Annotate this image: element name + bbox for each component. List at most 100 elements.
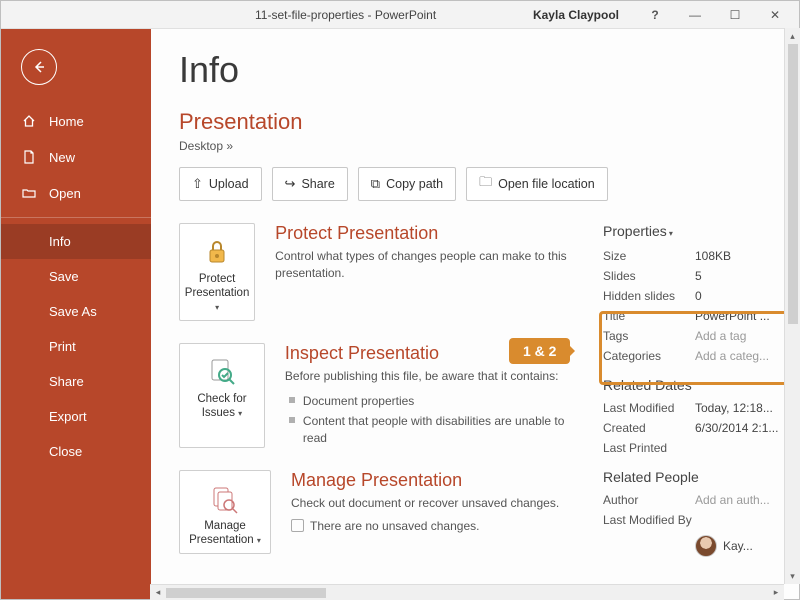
vertical-scrollbar[interactable]: ▴ ▾ (784, 28, 800, 584)
nav-label: Print (49, 339, 76, 354)
app-window: 11-set-file-properties - PowerPoint Kayl… (0, 0, 800, 600)
header-label: Properties (603, 223, 667, 239)
person-name: Kay... (723, 539, 753, 553)
info-page: Info Presentation Desktop » ⇧ Upload ↪Sha… (151, 29, 799, 599)
manage-icon (207, 481, 243, 517)
upload-icon: ⇧ (192, 176, 203, 192)
related-people-header: Related People (603, 469, 799, 485)
upload-button[interactable]: ⇧ Upload (179, 167, 262, 201)
btn-label: Copy path (386, 177, 443, 191)
list-item: Content that people with disabilities ar… (285, 411, 569, 447)
section-desc: Before publishing this file, be aware th… (285, 368, 569, 385)
nav-label: Export (49, 409, 87, 424)
arrow-left-icon (30, 58, 48, 76)
properties-panel: Properties▾ Size108KB Slides5 Hidden sli… (603, 223, 799, 571)
close-window-button[interactable]: ✕ (755, 2, 795, 28)
nav-label: Share (49, 374, 84, 389)
home-icon (21, 113, 37, 129)
main-area: Home New Open Info Save Save As Print Sh… (1, 29, 799, 599)
sidebar-item-share[interactable]: Share (1, 364, 151, 399)
sidebar-item-save-as[interactable]: Save As (1, 294, 151, 329)
nav-label: Open (49, 186, 81, 201)
scroll-track[interactable] (788, 44, 798, 568)
prop-title[interactable]: TitlePowerPoint ... (603, 309, 799, 323)
help-button[interactable]: ? (635, 2, 675, 28)
share-button[interactable]: ↪Share (272, 167, 348, 201)
back-button[interactable] (21, 49, 57, 85)
file-path[interactable]: Desktop » (179, 139, 799, 153)
sidebar-item-save[interactable]: Save (1, 259, 151, 294)
scroll-up-icon[interactable]: ▴ (790, 28, 795, 44)
page-title: Info (179, 49, 799, 91)
copy-path-button[interactable]: ⧉ Copy path (358, 167, 456, 201)
prop-size: Size108KB (603, 249, 799, 263)
file-name: Presentation (179, 109, 799, 135)
nav-label: New (49, 150, 75, 165)
protect-section: Protect Presentation ▾ Protect Presentat… (179, 223, 569, 321)
prop-hidden-slides: Hidden slides0 (603, 289, 799, 303)
titlebar: 11-set-file-properties - PowerPoint Kayl… (1, 1, 799, 29)
section-desc: Check out document or recover unsaved ch… (291, 495, 559, 512)
prop-slides: Slides5 (603, 269, 799, 283)
scroll-track[interactable] (166, 588, 768, 598)
inspect-icon (204, 354, 240, 390)
open-location-button[interactable]: 🗀Open file location (466, 167, 608, 201)
scroll-left-icon[interactable]: ◂ (150, 587, 166, 598)
link-icon: ⧉ (371, 176, 380, 192)
list-item: Document properties (285, 391, 569, 411)
prop-categories[interactable]: CategoriesAdd a categ... (603, 349, 799, 363)
protect-presentation-button[interactable]: Protect Presentation ▾ (179, 223, 255, 321)
nav-label: Home (49, 114, 84, 129)
signed-in-user[interactable]: Kayla Claypool (533, 8, 619, 22)
avatar (695, 535, 717, 557)
unsaved-note: There are no unsaved changes. (310, 519, 479, 533)
prop-author[interactable]: AuthorAdd an auth... (603, 493, 799, 507)
nav-label: Close (49, 444, 82, 459)
horizontal-scrollbar[interactable]: ◂ ▸ (150, 584, 784, 600)
prop-created: Created6/30/2014 2:1... (603, 421, 799, 435)
scroll-down-icon[interactable]: ▾ (790, 568, 795, 584)
sidebar-item-new[interactable]: New (1, 139, 151, 175)
btn-label: Protect Presentation (185, 273, 250, 299)
divider (1, 217, 151, 218)
sidebar-item-info[interactable]: Info (1, 224, 151, 259)
prop-tags[interactable]: TagsAdd a tag (603, 329, 799, 343)
section-title: Manage Presentation (291, 470, 559, 491)
scroll-right-icon[interactable]: ▸ (768, 587, 784, 598)
document-icon (291, 519, 304, 532)
btn-label: Upload (209, 177, 249, 191)
sidebar-item-close[interactable]: Close (1, 434, 151, 469)
chevron-down-icon: ▾ (215, 303, 219, 312)
manage-presentation-button[interactable]: Manage Presentation ▾ (179, 470, 271, 555)
share-icon: ↪ (285, 176, 296, 192)
check-for-issues-button[interactable]: Check for Issues ▾ (179, 343, 265, 447)
btn-label: Manage Presentation (189, 520, 254, 546)
sidebar-item-home[interactable]: Home (1, 103, 151, 139)
chevron-down-icon: ▾ (257, 536, 261, 545)
minimize-button[interactable]: — (675, 2, 715, 28)
prop-last-modified: Last ModifiedToday, 12:18... (603, 401, 799, 415)
scroll-thumb[interactable] (788, 44, 798, 324)
manage-section: Manage Presentation ▾ Manage Presentatio… (179, 470, 569, 555)
chevron-down-icon: ▾ (669, 229, 673, 238)
sidebar-item-print[interactable]: Print (1, 329, 151, 364)
sidebar-item-open[interactable]: Open (1, 175, 151, 211)
backstage-sidebar: Home New Open Info Save Save As Print Sh… (1, 29, 151, 599)
lock-icon (199, 234, 235, 270)
maximize-button[interactable]: ☐ (715, 2, 755, 28)
btn-label: Open file location (498, 177, 595, 191)
info-sections: Protect Presentation ▾ Protect Presentat… (179, 223, 569, 571)
nav-label: Save (49, 269, 79, 284)
chevron-down-icon: ▾ (238, 409, 242, 418)
prop-last-printed: Last Printed (603, 441, 799, 455)
section-desc: Control what types of changes people can… (275, 248, 569, 282)
scroll-thumb[interactable] (166, 588, 326, 598)
nav-label: Save As (49, 304, 97, 319)
action-buttons: ⇧ Upload ↪Share ⧉ Copy path 🗀Open file loc… (179, 167, 799, 201)
window-title: 11-set-file-properties - PowerPoint (255, 8, 436, 22)
tutorial-callout: 1 & 2 (509, 338, 570, 364)
sidebar-item-export[interactable]: Export (1, 399, 151, 434)
new-icon (21, 149, 37, 165)
open-icon (21, 185, 37, 201)
properties-dropdown[interactable]: Properties▾ (603, 223, 799, 239)
